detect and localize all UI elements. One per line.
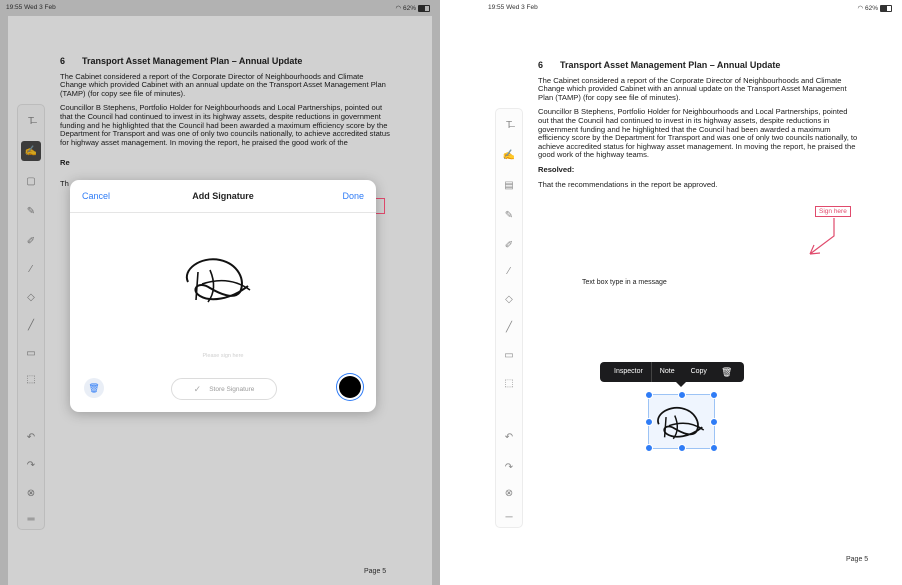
resize-handle[interactable] (710, 418, 718, 426)
resize-handle[interactable] (710, 391, 718, 399)
item-number: 6 (538, 60, 544, 70)
selection-tool-icon[interactable]: ⬚ (496, 373, 522, 393)
resize-handle[interactable] (678, 444, 686, 452)
trash-icon[interactable]: 🗑 (715, 367, 738, 378)
menu-icon[interactable]: ─ (496, 507, 522, 527)
left-screenshot: 19:55 Wed 3 Feb ◠ 62% 6 Transport Asset M… (0, 0, 440, 585)
inspector-menu-item[interactable]: Inspector (606, 362, 651, 382)
resize-handle[interactable] (710, 444, 718, 452)
resolved-heading: Resolved: (538, 164, 575, 174)
dialog-title: Add Signature (192, 191, 254, 201)
store-signature-label: Store Signature (209, 385, 255, 393)
resize-handle[interactable] (678, 391, 686, 399)
status-battery: ◠ 62% (857, 4, 892, 12)
context-menu-arrow (676, 382, 686, 387)
status-time: 19:55 Wed 3 Feb (488, 4, 538, 11)
image-tool-icon[interactable]: ▭ (496, 345, 522, 365)
signature-hint: Please sign here (202, 353, 244, 359)
resize-handle[interactable] (645, 391, 653, 399)
redo-icon[interactable]: ↷ (496, 457, 522, 477)
note-tool-icon[interactable]: ▤ (496, 175, 522, 195)
section-heading: 6 Transport Asset Management Plan – Annua… (538, 61, 860, 70)
wifi-icon: ◠ (857, 5, 865, 12)
sign-here-marker (376, 198, 385, 214)
checkmark-icon: ✓ (193, 383, 202, 394)
context-menu: Inspector Note Copy 🗑 (600, 362, 745, 382)
highlighter-icon[interactable]: ⁄ (496, 261, 522, 281)
stamp-tool-icon[interactable]: ✐ (496, 235, 522, 255)
right-screenshot: 19:55 Wed 3 Feb ◠ 62% 6 Transport Asset M… (482, 0, 902, 585)
annotation-toolbar: T̶ ✍ ▤ ✎ ✐ ⁄ ◇ ╱ ▭ ⬚ ↶ ↷ ⊗ ─ (495, 108, 523, 528)
selected-signature[interactable] (645, 391, 718, 452)
text-box-annotation[interactable]: Text box type in a message (582, 279, 667, 286)
heading-text: Transport Asset Management Plan – Annual… (560, 60, 781, 70)
store-signature-button[interactable]: ✓ Store Signature (171, 378, 277, 400)
battery-icon (880, 4, 892, 12)
resolution-text: That the recommendations in the report b… (538, 179, 718, 189)
page-number: Page 5 (846, 556, 869, 563)
undo-icon[interactable]: ↶ (496, 427, 522, 447)
note-menu-item[interactable]: Note (652, 362, 683, 382)
done-button[interactable]: Done (342, 191, 364, 201)
signature-tool-icon[interactable]: ✍ (496, 145, 522, 165)
trash-icon[interactable]: 🗑 (84, 378, 104, 398)
paragraph-1: The Cabinet considered a report of the C… (538, 75, 847, 102)
pen-tool-icon[interactable]: ✎ (496, 205, 522, 225)
signature-drawing (657, 406, 705, 440)
add-signature-dialog: Cancel Add Signature Done Please sign he… (70, 180, 376, 412)
paragraph-2: Councillor B Stephens, Portfolio Holder … (538, 107, 858, 160)
divider (70, 212, 376, 213)
document-content: 6 Transport Asset Management Plan – Annua… (538, 61, 860, 195)
text-tool-icon[interactable]: T̶ (496, 115, 522, 135)
sign-here-arrow (809, 218, 835, 255)
line-tool-icon[interactable]: ╱ (496, 317, 522, 337)
ink-color-picker[interactable] (339, 376, 361, 398)
status-bar: 19:55 Wed 3 Feb ◠ 62% (482, 0, 902, 14)
eraser-icon[interactable]: ◇ (496, 289, 522, 309)
copy-menu-item[interactable]: Copy (683, 362, 715, 382)
resize-handle[interactable] (645, 444, 653, 452)
battery-percent: 62% (864, 5, 878, 12)
resize-handle[interactable] (645, 418, 653, 426)
clear-icon[interactable]: ⊗ (496, 483, 522, 503)
signature-drawing[interactable] (180, 250, 260, 305)
